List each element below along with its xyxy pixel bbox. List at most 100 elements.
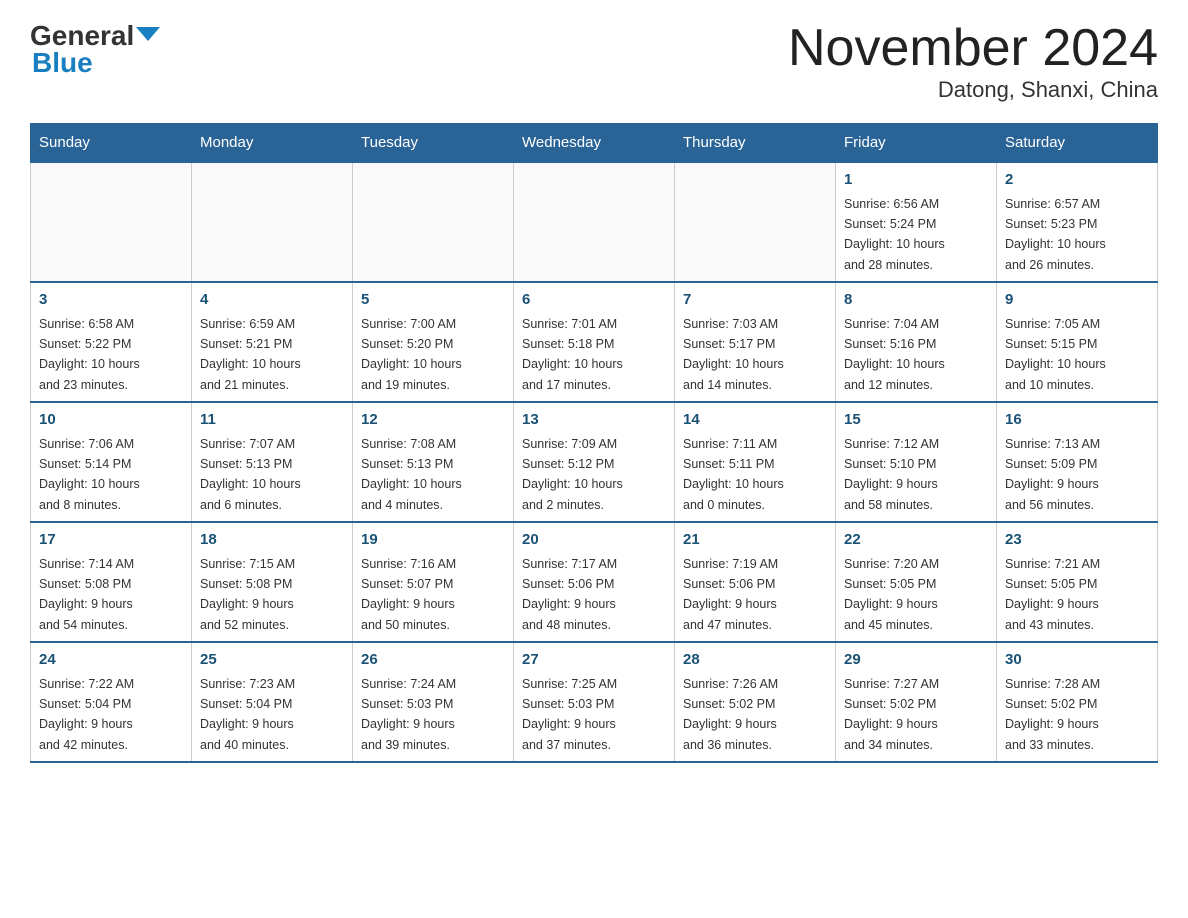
day-info: Sunrise: 7:07 AMSunset: 5:13 PMDaylight:… — [200, 437, 301, 512]
day-info: Sunrise: 7:08 AMSunset: 5:13 PMDaylight:… — [361, 437, 462, 512]
day-number: 21 — [683, 529, 827, 552]
day-number: 24 — [39, 649, 183, 672]
day-info: Sunrise: 7:24 AMSunset: 5:03 PMDaylight:… — [361, 677, 456, 752]
day-info: Sunrise: 7:17 AMSunset: 5:06 PMDaylight:… — [522, 557, 617, 632]
calendar-cell — [675, 162, 836, 282]
day-number: 19 — [361, 529, 505, 552]
day-info: Sunrise: 7:11 AMSunset: 5:11 PMDaylight:… — [683, 437, 784, 512]
column-header-tuesday: Tuesday — [353, 124, 514, 163]
calendar-cell: 21 Sunrise: 7:19 AMSunset: 5:06 PMDayligh… — [675, 522, 836, 642]
logo: General Blue — [30, 20, 160, 79]
day-number: 25 — [200, 649, 344, 672]
day-number: 23 — [1005, 529, 1149, 552]
calendar-cell: 2Sunrise: 6:57 AMSunset: 5:23 PMDaylight… — [997, 162, 1158, 282]
day-number: 14 — [683, 409, 827, 432]
day-info: Sunrise: 7:20 AMSunset: 5:05 PMDaylight:… — [844, 557, 939, 632]
calendar-week-row: 24 Sunrise: 7:22 AMSunset: 5:04 PMDayligh… — [31, 642, 1158, 762]
day-info: Sunrise: 7:09 AMSunset: 5:12 PMDaylight:… — [522, 437, 623, 512]
day-number: 7 — [683, 289, 827, 312]
calendar-cell: 8 Sunrise: 7:04 AMSunset: 5:16 PMDaylight… — [836, 282, 997, 402]
calendar-cell — [192, 162, 353, 282]
day-info: Sunrise: 7:13 AMSunset: 5:09 PMDaylight:… — [1005, 437, 1100, 512]
day-info: Sunrise: 7:21 AMSunset: 5:05 PMDaylight:… — [1005, 557, 1100, 632]
calendar-table: SundayMondayTuesdayWednesdayThursdayFrid… — [30, 123, 1158, 763]
day-info: Sunrise: 7:23 AMSunset: 5:04 PMDaylight:… — [200, 677, 295, 752]
calendar-cell: 22 Sunrise: 7:20 AMSunset: 5:05 PMDayligh… — [836, 522, 997, 642]
day-number: 17 — [39, 529, 183, 552]
calendar-cell: 17 Sunrise: 7:14 AMSunset: 5:08 PMDayligh… — [31, 522, 192, 642]
day-number: 9 — [1005, 289, 1149, 312]
calendar-cell: 20 Sunrise: 7:17 AMSunset: 5:06 PMDayligh… — [514, 522, 675, 642]
calendar-cell: 3 Sunrise: 6:58 AMSunset: 5:22 PMDaylight… — [31, 282, 192, 402]
calendar-cell: 24 Sunrise: 7:22 AMSunset: 5:04 PMDayligh… — [31, 642, 192, 762]
calendar-week-row: 3 Sunrise: 6:58 AMSunset: 5:22 PMDaylight… — [31, 282, 1158, 402]
calendar-cell: 30Sunrise: 7:28 AMSunset: 5:02 PMDayligh… — [997, 642, 1158, 762]
calendar-week-row: 1Sunrise: 6:56 AMSunset: 5:24 PMDaylight… — [31, 162, 1158, 282]
calendar-week-row: 10 Sunrise: 7:06 AMSunset: 5:14 PMDayligh… — [31, 402, 1158, 522]
day-number: 22 — [844, 529, 988, 552]
calendar-cell: 18 Sunrise: 7:15 AMSunset: 5:08 PMDayligh… — [192, 522, 353, 642]
calendar-cell: 5 Sunrise: 7:00 AMSunset: 5:20 PMDaylight… — [353, 282, 514, 402]
calendar-cell: 12Sunrise: 7:08 AMSunset: 5:13 PMDayligh… — [353, 402, 514, 522]
day-info: Sunrise: 7:03 AMSunset: 5:17 PMDaylight:… — [683, 317, 784, 392]
column-header-friday: Friday — [836, 124, 997, 163]
calendar-cell: 11 Sunrise: 7:07 AMSunset: 5:13 PMDayligh… — [192, 402, 353, 522]
calendar-cell — [514, 162, 675, 282]
calendar-cell — [31, 162, 192, 282]
day-number: 5 — [361, 289, 505, 312]
day-info: Sunrise: 7:12 AMSunset: 5:10 PMDaylight:… — [844, 437, 939, 512]
calendar-cell: 9 Sunrise: 7:05 AMSunset: 5:15 PMDaylight… — [997, 282, 1158, 402]
calendar-cell: 14 Sunrise: 7:11 AMSunset: 5:11 PMDayligh… — [675, 402, 836, 522]
calendar-cell: 6Sunrise: 7:01 AMSunset: 5:18 PMDaylight… — [514, 282, 675, 402]
calendar-cell: 16 Sunrise: 7:13 AMSunset: 5:09 PMDayligh… — [997, 402, 1158, 522]
day-number: 26 — [361, 649, 505, 672]
day-number: 15 — [844, 409, 988, 432]
calendar-cell: 28Sunrise: 7:26 AMSunset: 5:02 PMDayligh… — [675, 642, 836, 762]
day-info: Sunrise: 7:00 AMSunset: 5:20 PMDaylight:… — [361, 317, 462, 392]
day-number: 30 — [1005, 649, 1149, 672]
day-info: Sunrise: 7:14 AMSunset: 5:08 PMDaylight:… — [39, 557, 134, 632]
day-number: 3 — [39, 289, 183, 312]
day-number: 10 — [39, 409, 183, 432]
day-info: Sunrise: 7:06 AMSunset: 5:14 PMDaylight:… — [39, 437, 140, 512]
calendar-cell: 23 Sunrise: 7:21 AMSunset: 5:05 PMDayligh… — [997, 522, 1158, 642]
month-title: November 2024 — [788, 20, 1158, 77]
page-header: General Blue November 2024 Datong, Shanx… — [30, 20, 1158, 103]
day-info: Sunrise: 7:15 AMSunset: 5:08 PMDaylight:… — [200, 557, 295, 632]
calendar-cell: 29 Sunrise: 7:27 AMSunset: 5:02 PMDayligh… — [836, 642, 997, 762]
day-info: Sunrise: 7:05 AMSunset: 5:15 PMDaylight:… — [1005, 317, 1106, 392]
logo-arrow-icon — [136, 27, 160, 41]
calendar-cell: 7 Sunrise: 7:03 AMSunset: 5:17 PMDaylight… — [675, 282, 836, 402]
day-number: 11 — [200, 409, 344, 432]
day-number: 18 — [200, 529, 344, 552]
day-number: 16 — [1005, 409, 1149, 432]
column-header-thursday: Thursday — [675, 124, 836, 163]
calendar-cell — [353, 162, 514, 282]
day-number: 27 — [522, 649, 666, 672]
calendar-cell: 4 Sunrise: 6:59 AMSunset: 5:21 PMDaylight… — [192, 282, 353, 402]
day-info: Sunrise: 6:58 AMSunset: 5:22 PMDaylight:… — [39, 317, 140, 392]
day-number: 2 — [1005, 169, 1149, 192]
logo-blue-text: Blue — [30, 47, 93, 79]
column-header-sunday: Sunday — [31, 124, 192, 163]
location-title: Datong, Shanxi, China — [788, 77, 1158, 103]
day-info: Sunrise: 7:19 AMSunset: 5:06 PMDaylight:… — [683, 557, 778, 632]
day-info: Sunrise: 6:56 AMSunset: 5:24 PMDaylight:… — [844, 197, 945, 272]
column-header-monday: Monday — [192, 124, 353, 163]
day-info: Sunrise: 6:59 AMSunset: 5:21 PMDaylight:… — [200, 317, 301, 392]
calendar-cell: 25 Sunrise: 7:23 AMSunset: 5:04 PMDayligh… — [192, 642, 353, 762]
day-info: Sunrise: 7:27 AMSunset: 5:02 PMDaylight:… — [844, 677, 939, 752]
column-header-wednesday: Wednesday — [514, 124, 675, 163]
calendar-header-row: SundayMondayTuesdayWednesdayThursdayFrid… — [31, 124, 1158, 163]
calendar-cell: 27Sunrise: 7:25 AMSunset: 5:03 PMDayligh… — [514, 642, 675, 762]
day-info: Sunrise: 7:04 AMSunset: 5:16 PMDaylight:… — [844, 317, 945, 392]
calendar-cell: 15 Sunrise: 7:12 AMSunset: 5:10 PMDayligh… — [836, 402, 997, 522]
day-number: 4 — [200, 289, 344, 312]
day-number: 29 — [844, 649, 988, 672]
day-number: 8 — [844, 289, 988, 312]
calendar-cell: 1Sunrise: 6:56 AMSunset: 5:24 PMDaylight… — [836, 162, 997, 282]
calendar-cell: 26 Sunrise: 7:24 AMSunset: 5:03 PMDayligh… — [353, 642, 514, 762]
column-header-saturday: Saturday — [997, 124, 1158, 163]
day-info: Sunrise: 7:22 AMSunset: 5:04 PMDaylight:… — [39, 677, 134, 752]
day-number: 20 — [522, 529, 666, 552]
